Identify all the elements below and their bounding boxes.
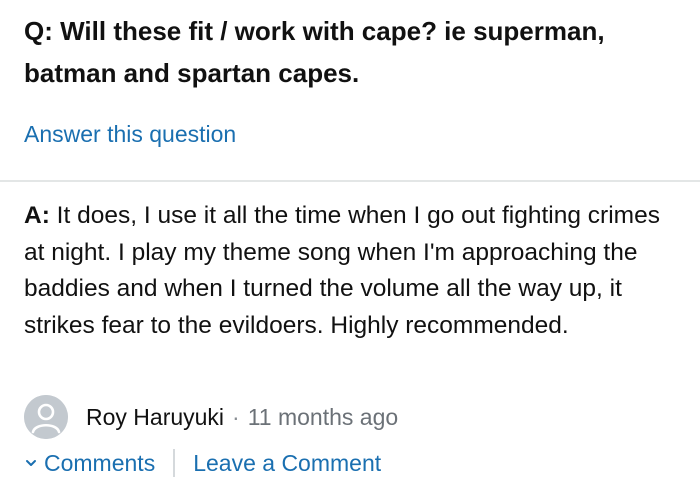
- answer-timestamp: 11 months ago: [247, 403, 399, 430]
- qa-page: Q: Will these fit / work with cape? ie s…: [0, 0, 700, 501]
- default-user-avatar-icon: [24, 395, 68, 439]
- question-block: Q: Will these fit / work with cape? ie s…: [24, 10, 674, 94]
- chevron-down-icon[interactable]: [24, 456, 38, 470]
- leave-comment-link[interactable]: Leave a Comment: [193, 450, 381, 477]
- answer-text: It does, I use it all the time when I go…: [24, 202, 660, 339]
- comments-link[interactable]: Comments: [44, 450, 155, 477]
- meta-separator: ·: [232, 403, 240, 430]
- answer-block: A: It does, I use it all the time when I…: [24, 198, 674, 344]
- question-text: Will these fit / work with cape? ie supe…: [24, 16, 605, 88]
- question-prefix: Q:: [24, 16, 53, 46]
- action-separator: [173, 449, 176, 477]
- section-divider: [0, 180, 700, 182]
- answer-this-question-link[interactable]: Answer this question: [24, 118, 236, 150]
- author-row: Roy Haruyuki · 11 months ago: [24, 395, 399, 439]
- author-name[interactable]: Roy Haruyuki: [86, 404, 224, 431]
- answer-prefix: A:: [24, 202, 50, 229]
- comment-actions: Comments Leave a Comment: [24, 446, 381, 480]
